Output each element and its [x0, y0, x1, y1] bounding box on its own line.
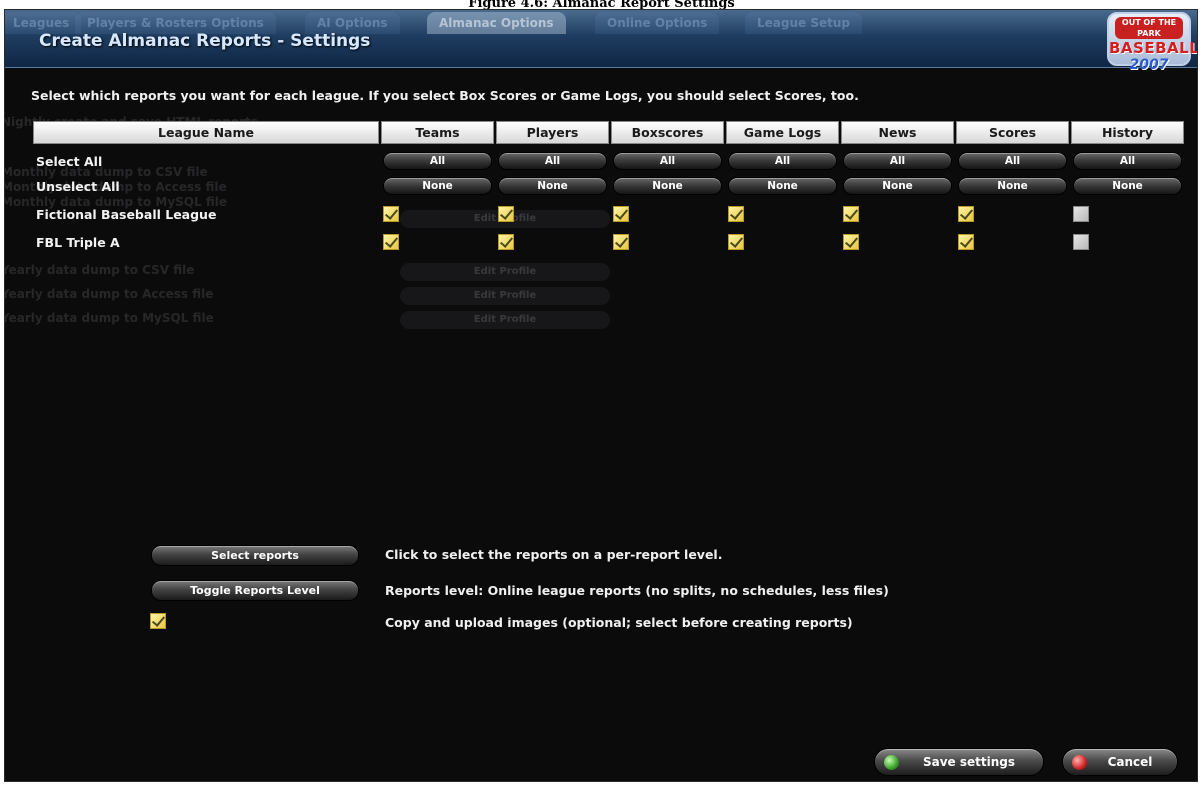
logo-line2: BASEBALL: [1109, 39, 1198, 57]
league-name: Fictional Baseball League: [36, 206, 217, 222]
header-players: Players: [496, 121, 609, 144]
unselect-all-row: Unselect All None None None None None No…: [33, 172, 1184, 200]
history-all-button[interactable]: All: [1073, 152, 1182, 170]
scores-none-button[interactable]: None: [958, 177, 1067, 195]
header-scores: Scores: [956, 121, 1069, 144]
ootp-logo: OUT OF THE PARK BASEBALL 2007: [1107, 12, 1198, 73]
ghost-line-6: Yearly data dump to Access file: [4, 287, 214, 301]
ghost-tab-almanac-options: Almanac Options: [427, 12, 566, 34]
news-checkbox[interactable]: [843, 234, 859, 250]
news-all-button[interactable]: All: [843, 152, 952, 170]
select-all-label: Select All: [36, 153, 103, 169]
cancel-label: Cancel: [1107, 755, 1153, 769]
history-checkbox[interactable]: [1073, 206, 1089, 222]
header-news: News: [841, 121, 954, 144]
news-checkbox[interactable]: [843, 206, 859, 222]
title-bar: Leagues Players & Rosters Options AI Opt…: [5, 10, 1198, 73]
teams-all-button[interactable]: All: [383, 152, 492, 170]
league-report-table: League Name Teams Players Boxscores Game…: [31, 121, 1186, 256]
ghost-line-7: Yearly data dump to MySQL file: [4, 311, 214, 325]
select-all-row: Select All All All All All All All All: [33, 144, 1184, 172]
history-none-button[interactable]: None: [1073, 177, 1182, 195]
ghost-edit-profile-3: Edit Profile: [400, 287, 610, 305]
news-none-button[interactable]: None: [843, 177, 952, 195]
header-game-logs: Game Logs: [726, 121, 839, 144]
history-checkbox[interactable]: [1073, 234, 1089, 250]
copy-images-description: Copy and upload images (optional; select…: [385, 615, 853, 630]
scores-all-button[interactable]: All: [958, 152, 1067, 170]
logo-line1: OUT OF THE PARK: [1115, 17, 1183, 39]
ghost-tab-online-options: Online Options: [595, 12, 720, 34]
save-settings-label: Save settings: [922, 755, 1016, 769]
ghost-line-5: Yearly data dump to CSV file: [4, 263, 195, 277]
window-title: Create Almanac Reports - Settings: [39, 31, 371, 51]
unselect-all-label: Unselect All: [36, 178, 120, 194]
game-logs-all-button[interactable]: All: [728, 152, 837, 170]
teams-none-button[interactable]: None: [383, 177, 492, 195]
game-logs-none-button[interactable]: None: [728, 177, 837, 195]
reports-level-description: Reports level: Online league reports (no…: [385, 583, 889, 598]
scores-checkbox[interactable]: [958, 206, 974, 222]
table-row: Fictional Baseball League: [33, 200, 1184, 228]
ghost-edit-profile-4: Edit Profile: [400, 311, 610, 329]
select-reports-description: Click to select the reports on a per-rep…: [385, 547, 723, 562]
boxscores-all-button[interactable]: All: [613, 152, 722, 170]
players-checkbox[interactable]: [498, 206, 514, 222]
cancel-button[interactable]: Cancel: [1062, 748, 1178, 776]
header-boxscores: Boxscores: [611, 121, 724, 144]
ghost-tab-league-setup: League Setup: [745, 12, 862, 34]
boxscores-checkbox[interactable]: [613, 234, 629, 250]
league-name: FBL Triple A: [36, 234, 120, 250]
table-row: FBL Triple A: [33, 228, 1184, 256]
teams-checkbox[interactable]: [383, 206, 399, 222]
game-logs-checkbox[interactable]: [728, 234, 744, 250]
logo-line3: 2007: [1129, 57, 1169, 73]
players-all-button[interactable]: All: [498, 152, 607, 170]
select-reports-button[interactable]: Select reports: [151, 545, 359, 566]
ghost-edit-profile-2: Edit Profile: [400, 263, 610, 281]
copy-images-checkbox[interactable]: [150, 613, 166, 629]
players-checkbox[interactable]: [498, 234, 514, 250]
boxscores-none-button[interactable]: None: [613, 177, 722, 195]
save-settings-button[interactable]: Save settings: [874, 748, 1044, 776]
settings-window: Leagues Players & Rosters Options AI Opt…: [4, 9, 1198, 782]
players-none-button[interactable]: None: [498, 177, 607, 195]
teams-checkbox[interactable]: [383, 234, 399, 250]
table-header-row: League Name Teams Players Boxscores Game…: [33, 121, 1184, 144]
toggle-reports-level-button[interactable]: Toggle Reports Level: [151, 580, 359, 601]
header-history: History: [1071, 121, 1184, 144]
scores-checkbox[interactable]: [958, 234, 974, 250]
game-logs-checkbox[interactable]: [728, 206, 744, 222]
header-league-name: League Name: [33, 121, 379, 144]
instructions-text: Select which reports you want for each l…: [31, 88, 859, 103]
header-teams: Teams: [381, 121, 494, 144]
boxscores-checkbox[interactable]: [613, 206, 629, 222]
